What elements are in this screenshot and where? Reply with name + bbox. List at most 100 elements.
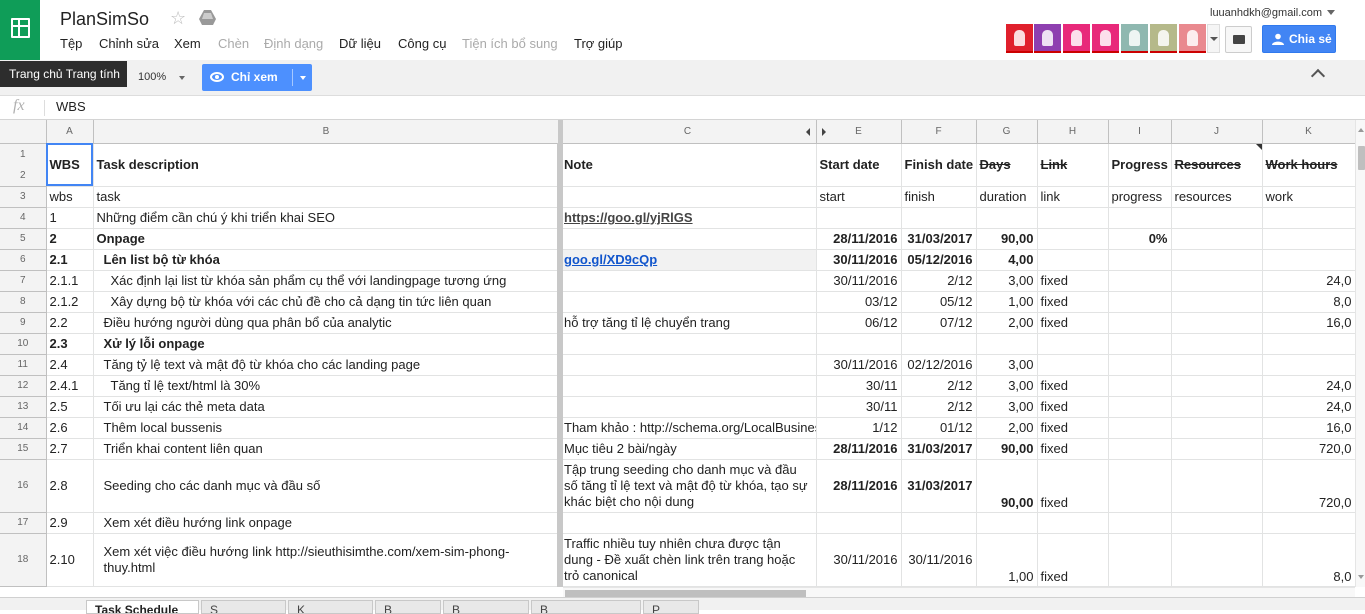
cell-task[interactable]: Seeding cho các danh mục và đầu số: [93, 459, 561, 513]
view-mode-caret-icon[interactable]: [300, 76, 306, 80]
formula-input[interactable]: WBS: [56, 99, 86, 114]
row-header[interactable]: 18: [0, 533, 47, 587]
cell-task[interactable]: Tăng tỉ lệ text/html là 30%: [93, 375, 561, 397]
cell-progress[interactable]: [1108, 396, 1172, 418]
sheet-tab[interactable]: B: [531, 600, 641, 614]
cell-days[interactable]: 1,00: [976, 533, 1038, 587]
cell-days[interactable]: 90,00: [976, 459, 1038, 513]
sheet-tab[interactable]: Task Schedule: [86, 600, 199, 614]
cell-start-date[interactable]: 30/11: [816, 396, 902, 418]
cell-work-hours[interactable]: 24,0: [1262, 396, 1355, 418]
cell-wbs[interactable]: 2.4: [46, 354, 94, 376]
column-header-k[interactable]: K: [1262, 120, 1355, 144]
cell-start-date[interactable]: 30/11/2016: [816, 533, 902, 587]
row-header[interactable]: 12: [0, 143, 47, 187]
cell-work-hours[interactable]: 720,0: [1262, 438, 1355, 460]
cell-task[interactable]: Xử lý lỗi onpage: [93, 333, 561, 355]
cell-note[interactable]: [559, 270, 817, 292]
cell-finish-date[interactable]: 31/03/2017: [901, 438, 977, 460]
row-header[interactable]: 9: [0, 312, 47, 334]
cell-work-hours[interactable]: [1262, 333, 1355, 355]
cell-task[interactable]: Onpage: [93, 228, 561, 250]
row-header[interactable]: 3: [0, 186, 47, 208]
cell-finish-date[interactable]: 01/12: [901, 417, 977, 439]
cell-start-date[interactable]: 30/11: [816, 375, 902, 397]
cell-finish-date[interactable]: 2/12: [901, 396, 977, 418]
cell-progress[interactable]: [1108, 438, 1172, 460]
sheets-logo-icon[interactable]: [0, 0, 40, 60]
cell-wbs[interactable]: 1: [46, 207, 94, 229]
menu-edit[interactable]: Chỉnh sửa: [99, 36, 159, 51]
cell-start-date[interactable]: 28/11/2016: [816, 438, 902, 460]
cell-link[interactable]: [1037, 207, 1109, 229]
cell-work-hours[interactable]: 8,0: [1262, 533, 1355, 587]
row-header[interactable]: 13: [0, 396, 47, 418]
row-header[interactable]: 12: [0, 375, 47, 397]
cell-resources[interactable]: [1171, 533, 1263, 587]
cell-note[interactable]: Note: [559, 143, 817, 187]
cell-wbs[interactable]: 2.1: [46, 249, 94, 271]
hidden-column-right-arrow-icon[interactable]: [822, 128, 826, 136]
column-header-b[interactable]: B: [93, 120, 560, 144]
cell-finish-date[interactable]: finish: [901, 186, 977, 208]
cell-work-hours[interactable]: [1262, 228, 1355, 250]
cell-wbs[interactable]: 2.10: [46, 533, 94, 587]
column-header-g[interactable]: G: [976, 120, 1038, 144]
cell-progress[interactable]: [1108, 417, 1172, 439]
collaborator-avatar[interactable]: [1034, 24, 1061, 53]
cell-task[interactable]: Xây dựng bộ từ khóa với các chủ đề cho c…: [93, 291, 561, 313]
cell-progress[interactable]: [1108, 512, 1172, 534]
cell-note[interactable]: Traffic nhiều tuy nhiên chưa được tận du…: [559, 533, 817, 587]
cell-note[interactable]: goo.gl/XD9cQp: [559, 249, 817, 271]
account-caret-icon[interactable]: [1327, 10, 1335, 15]
cell-task[interactable]: Tối ưu lại các thẻ meta data: [93, 396, 561, 418]
row-header[interactable]: 8: [0, 291, 47, 313]
cell-finish-date[interactable]: 31/03/2017: [901, 459, 977, 513]
row-header[interactable]: 14: [0, 417, 47, 439]
cell-link[interactable]: fixed: [1037, 533, 1109, 587]
cell-comment-indicator[interactable]: [1256, 144, 1262, 150]
cell-task[interactable]: Triển khai content liên quan: [93, 438, 561, 460]
cell-days[interactable]: 90,00: [976, 228, 1038, 250]
cell-progress[interactable]: [1108, 333, 1172, 355]
cell-work-hours[interactable]: 16,0: [1262, 417, 1355, 439]
cell-note[interactable]: [559, 354, 817, 376]
cell-note[interactable]: Tham khảo : http://schema.org/LocalBusin…: [559, 417, 817, 439]
collaborator-avatar[interactable]: [1179, 24, 1206, 53]
select-all-corner[interactable]: [0, 120, 47, 144]
cell-work-hours[interactable]: 24,0: [1262, 375, 1355, 397]
cell-link[interactable]: fixed: [1037, 438, 1109, 460]
cell-progress[interactable]: [1108, 375, 1172, 397]
cell-resources[interactable]: [1171, 249, 1263, 271]
cell-resources[interactable]: [1171, 375, 1263, 397]
cell-start-date[interactable]: 1/12: [816, 417, 902, 439]
menu-view[interactable]: Xem: [174, 36, 201, 51]
cell-finish-date[interactable]: Finish date: [901, 143, 977, 187]
cell-work-hours[interactable]: work: [1262, 186, 1355, 208]
cell-start-date[interactable]: 30/11/2016: [816, 270, 902, 292]
cell-link[interactable]: [1037, 249, 1109, 271]
cell-start-date[interactable]: [816, 512, 902, 534]
column-header-i[interactable]: I: [1108, 120, 1172, 144]
cell-resources[interactable]: [1171, 207, 1263, 229]
cell-resources[interactable]: [1171, 228, 1263, 250]
cell-note[interactable]: [559, 375, 817, 397]
cell-wbs[interactable]: 2.7: [46, 438, 94, 460]
cell-start-date[interactable]: [816, 333, 902, 355]
row-header[interactable]: 11: [0, 354, 47, 376]
cell-wbs[interactable]: 2.1.1: [46, 270, 94, 292]
cell-start-date[interactable]: [816, 207, 902, 229]
cell-days[interactable]: Days: [976, 143, 1038, 187]
cell-start-date[interactable]: start: [816, 186, 902, 208]
cell-link[interactable]: link: [1037, 186, 1109, 208]
cell-note[interactable]: [559, 512, 817, 534]
cell-wbs[interactable]: 2: [46, 228, 94, 250]
cell-link[interactable]: fixed: [1037, 417, 1109, 439]
cell-finish-date[interactable]: 02/12/2016: [901, 354, 977, 376]
cell-wbs[interactable]: 2.6: [46, 417, 94, 439]
cell-resources[interactable]: Resources: [1171, 143, 1263, 187]
cell-work-hours[interactable]: 8,0: [1262, 291, 1355, 313]
cell-work-hours[interactable]: [1262, 249, 1355, 271]
cell-note[interactable]: Mục tiêu 2 bài/ngày: [559, 438, 817, 460]
cell-start-date[interactable]: 30/11/2016: [816, 249, 902, 271]
